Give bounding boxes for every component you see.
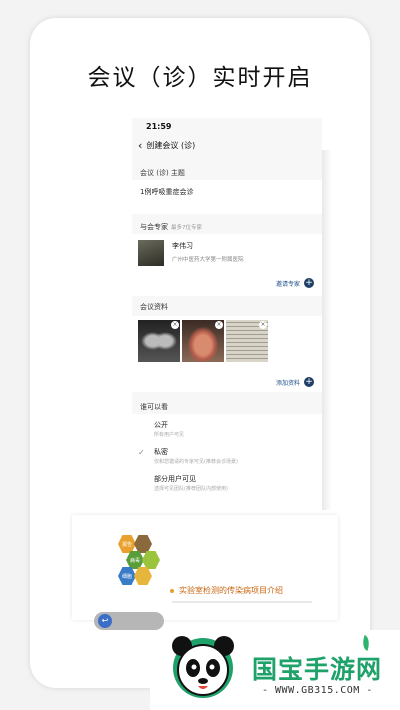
chest-xray-thumbnail[interactable]: × [138,320,180,362]
check-icon: ✓ [138,448,145,457]
topic-field[interactable]: 1例呼吸重症会诊 [132,180,322,214]
hex-yellow [134,567,152,585]
close-icon[interactable]: × [215,321,223,329]
experts-card: 李伟习 广州中医药大学第一附属医院 邀请专家 + [132,234,322,296]
visibility-options: 公开 所有用户可见 ✓ 私密 仅和您邀请的专家可见(推荐会诊场景) 部分用户可见… [132,414,322,518]
hex-report: 报告 [118,535,136,553]
document-thumbnail[interactable]: × [226,320,268,362]
invite-expert-label: 邀请专家 [275,280,300,288]
expert-org: 广州中医药大学第一附属医院 [172,257,244,263]
option-desc: 仅和您邀请的专家可见(推荐会诊场景) [154,459,238,465]
close-icon[interactable]: × [171,321,179,329]
invite-expert-button[interactable]: 邀请专家 + [276,278,314,288]
topic-label: 会议 (诊) 主题 [140,169,185,177]
watermark-url: - WWW.GB315.COM - [262,685,373,696]
visibility-label: 谁可以看 [140,403,168,411]
avatar [138,240,164,266]
panda-logo-icon [172,636,234,698]
headline: 会议（诊）实时开启 [87,65,313,91]
tongue-photo-thumbnail[interactable]: × [182,320,224,362]
hex-green [142,551,160,569]
expert-name: 李伟习 [172,242,193,250]
add-material-label: 添加资料 [275,379,300,387]
phone-edge [322,150,332,510]
bullet-icon [170,588,174,593]
chevron-left-icon[interactable]: ‹ [138,140,142,151]
watermark-brand: 国宝手游网 [252,655,383,684]
option-title: 部分用户可见 [154,475,196,483]
status-time: 21:59 [146,122,172,131]
option-desc: 选择可见团队(推荐团队内部使用) [154,486,228,492]
nav-bar: ‹ 创建会议 (诊) [138,140,195,151]
info-overlay-card: 报告 病毒 细胞 实验室检测的传染病项目介绍 [72,515,338,620]
hex-virus: 病毒 [126,551,144,569]
experts-hint: 最多7位专家 [171,225,202,231]
caption-text: 实验室检测的传染病项目介绍 [179,586,283,595]
experts-label-text: 与会专家 [140,223,168,231]
topic-value: 1例呼吸重症会诊 [140,188,194,196]
materials-card: × × × 添加资料 + [132,316,322,392]
caption: 实验室检测的传染病项目介绍 [170,585,283,596]
experts-label: 与会专家 最多7位专家 [140,222,202,232]
hex-image [134,535,152,553]
back-arrow-icon[interactable]: ↩ [98,614,112,628]
option-title: 私密 [154,448,168,456]
option-desc: 所有用户可见 [154,432,185,438]
materials-label: 会议资料 [140,303,168,311]
option-title: 公开 [154,421,168,429]
caption-divider [172,601,312,603]
nav-title: 创建会议 (诊) [146,141,196,150]
phone-screen: 21:59 ‹ 创建会议 (诊) 会议 (诊) 主题 1例呼吸重症会诊 与会专家… [132,118,322,518]
hex-cell: 细胞 [118,567,136,585]
bottom-pill: ↩ [94,612,164,630]
add-material-button[interactable]: 添加资料 + [276,377,314,387]
plus-icon: + [304,278,314,288]
close-icon[interactable]: × [259,321,267,329]
plus-icon: + [304,377,314,387]
